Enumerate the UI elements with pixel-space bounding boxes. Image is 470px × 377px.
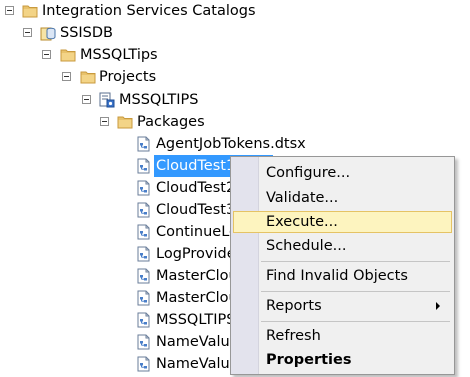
package-label: CloudTest2 [156,180,236,196]
tree-node-label: MSSQLTIPS [119,92,199,108]
menu-item-properties[interactable]: Properties [233,349,452,371]
menu-item-configure[interactable]: Configure... [233,162,452,184]
collapse-icon[interactable] [5,6,14,15]
collapse-icon[interactable] [100,117,109,126]
menu-item-label: Reports [266,298,322,314]
package-icon [136,268,152,284]
package-label: MasterClou [156,290,238,306]
submenu-arrow-icon [436,302,440,310]
menu-item-reports[interactable]: Reports [233,295,452,317]
tree-node-label: MSSQLTips [80,47,158,63]
menu-item-validate[interactable]: Validate... [233,187,452,209]
folder-icon [117,114,133,130]
package-label: LogProvide [156,246,236,262]
collapse-icon[interactable] [82,95,91,104]
menu-item-find-invalid-objects[interactable]: Find Invalid Objects [233,265,452,287]
menu-item-refresh[interactable]: Refresh [233,325,452,347]
menu-separator [261,291,450,292]
package-icon [136,158,152,174]
menu-item-label: Configure... [266,165,351,181]
menu-item-label: Properties [266,352,352,368]
folder-icon [22,3,38,19]
menu-separator [261,261,450,262]
package-label: ContinueLo [156,224,238,240]
package-icon [136,202,152,218]
package-icon [136,224,152,240]
package-label: CloudTest3 [156,202,236,218]
package-icon [136,356,152,372]
menu-separator [261,321,450,322]
collapse-icon[interactable] [62,72,71,81]
menu-item-label: Validate... [266,190,339,206]
project-icon [99,92,115,108]
tree-node-label: Integration Services Catalogs [42,3,256,19]
package-icon [136,312,152,328]
menu-item-schedule[interactable]: Schedule... [233,235,452,257]
package-icon [136,246,152,262]
package-label: NameValue [156,334,239,350]
package-icon [136,290,152,306]
menu-item-label: Find Invalid Objects [266,268,408,284]
package-label: MasterClou [156,268,238,284]
menu-item-label: Execute... [266,214,338,230]
collapse-icon[interactable] [23,28,32,37]
database-icon [40,25,56,41]
package-icon [136,180,152,196]
package-icon [136,136,152,152]
folder-icon [80,69,96,85]
package-label: NameValue [156,356,239,372]
menu-item-label: Schedule... [266,238,347,254]
menu-item-label: Refresh [266,328,321,344]
context-menu: Configure... Validate... Execute... Sche… [230,156,455,375]
menu-item-execute[interactable]: Execute... [233,211,452,233]
package-label: MSSQLTIPS [156,312,236,328]
collapse-icon[interactable] [42,50,51,59]
package-label: AgentJobTokens.dtsx [156,136,306,152]
tree-node-label: SSISDB [60,25,114,41]
folder-icon [60,47,76,63]
package-icon [136,334,152,350]
tree-node-label: Projects [99,69,157,85]
tree-node-label: Packages [137,114,205,130]
